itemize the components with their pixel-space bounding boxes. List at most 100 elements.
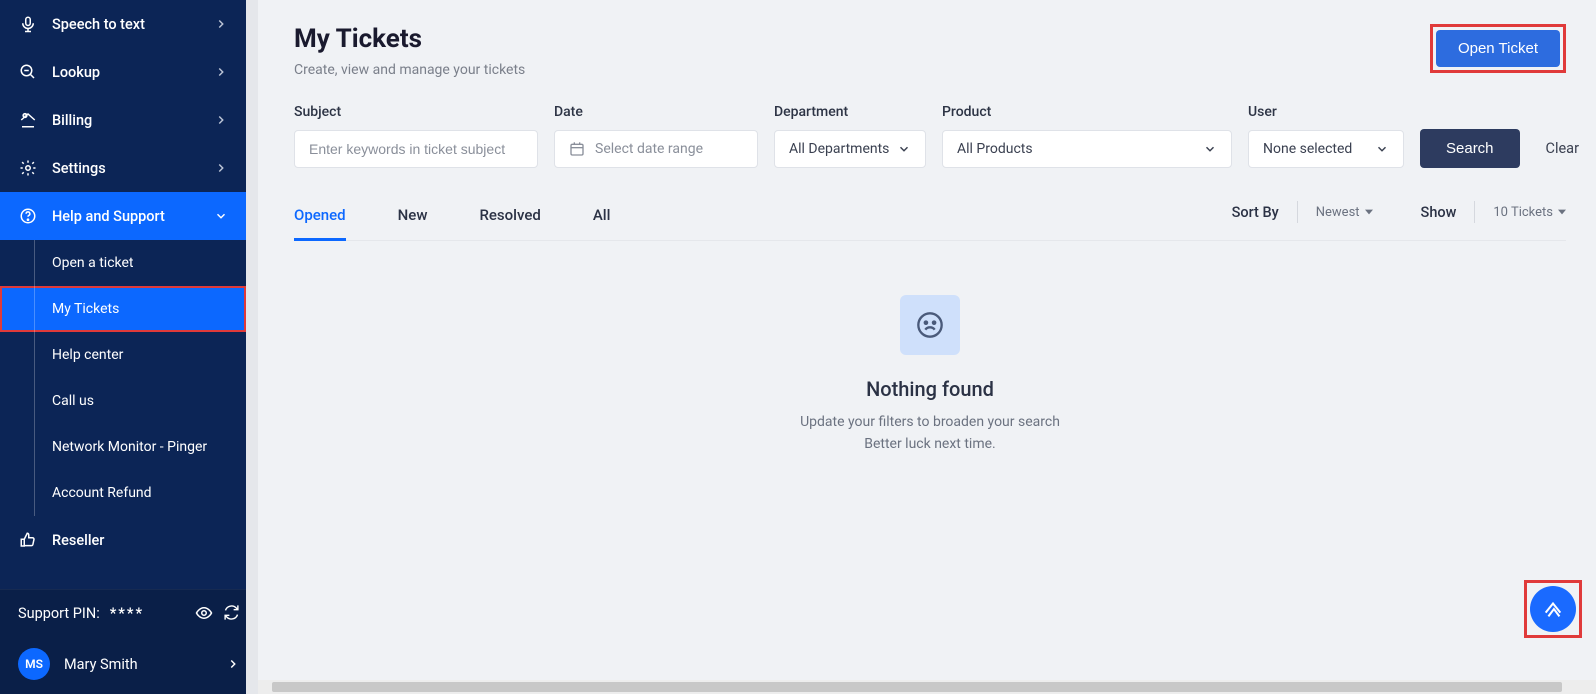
tab-label: Opened	[294, 206, 346, 224]
filter-subject-input-wrap[interactable]	[294, 130, 538, 168]
divider	[1297, 201, 1298, 223]
sidebar-sub-label: Call us	[52, 393, 94, 409]
sidebar-item-speech-to-text[interactable]: Speech to text	[0, 0, 246, 48]
sidebar-item-reseller[interactable]: Reseller	[0, 516, 246, 564]
filter-date-label: Date	[554, 104, 758, 120]
scrollbar-thumb[interactable]	[272, 682, 1562, 692]
sortby-label: Sort By	[1232, 204, 1279, 221]
sidebar-sub-label: Network Monitor - Pinger	[52, 439, 207, 455]
chevron-right-icon	[214, 65, 228, 79]
filter-user-select[interactable]: None selected	[1248, 130, 1404, 168]
filter-subject-input[interactable]	[309, 141, 523, 157]
list-controls: Sort By Newest Show 10 Tickets	[1232, 201, 1566, 235]
empty-text: Update your filters to broaden your sear…	[800, 411, 1060, 456]
chevron-down-icon	[1203, 142, 1217, 156]
sidebar-submenu: Open a ticket My Tickets Help center Cal…	[0, 240, 258, 516]
empty-title: Nothing found	[866, 377, 994, 401]
user-menu[interactable]: MS Mary Smith	[0, 636, 258, 694]
filter-department-value: All Departments	[789, 141, 889, 157]
sidebar-item-billing[interactable]: $ Billing	[0, 96, 246, 144]
sidebar-item-label: Reseller	[52, 532, 104, 549]
chevron-down-icon	[1375, 142, 1389, 156]
support-pin-value: ****	[110, 605, 144, 622]
tabs-row: Opened New Resolved All Sort By Newest S…	[294, 196, 1566, 241]
floating-action-button[interactable]	[1530, 586, 1576, 632]
filter-product-select[interactable]: All Products	[942, 130, 1232, 168]
search-minus-icon	[18, 62, 38, 82]
tab-all[interactable]: All	[593, 196, 611, 240]
mic-icon	[18, 14, 38, 34]
filter-product-value: All Products	[957, 141, 1033, 157]
sidebar-sub-call-us[interactable]: Call us	[0, 378, 246, 424]
avatar: MS	[18, 648, 50, 680]
filters-row: Subject Date Select date range Departmen…	[294, 104, 1566, 168]
horizontal-scrollbar[interactable]	[258, 680, 1596, 694]
divider	[1474, 201, 1475, 223]
clear-link[interactable]: Clear	[1536, 129, 1579, 168]
sidebar-sub-open-ticket[interactable]: Open a ticket	[0, 240, 246, 286]
tab-new[interactable]: New	[398, 196, 428, 240]
caret-down-icon	[1558, 208, 1566, 216]
chevron-right-icon	[226, 657, 240, 671]
sidebar: Speech to text Lookup $ Billing	[0, 0, 258, 694]
page-title: My Tickets	[294, 24, 525, 54]
sidebar-sub-label: Open a ticket	[52, 255, 133, 271]
filter-user-label: User	[1248, 104, 1404, 120]
sidebar-item-settings[interactable]: Settings	[0, 144, 246, 192]
sidebar-sub-label: My Tickets	[52, 301, 119, 317]
filter-date-input[interactable]: Select date range	[554, 130, 758, 168]
chevron-down-icon	[897, 142, 911, 156]
gear-icon	[18, 158, 38, 178]
empty-icon-box	[900, 295, 960, 355]
calendar-icon	[569, 141, 585, 157]
caret-down-icon	[1365, 208, 1373, 216]
empty-state: Nothing found Update your filters to bro…	[294, 295, 1566, 456]
tab-resolved[interactable]: Resolved	[479, 196, 540, 240]
tab-label: New	[398, 206, 428, 224]
tab-opened[interactable]: Opened	[294, 196, 346, 240]
tab-label: All	[593, 206, 611, 224]
eye-icon[interactable]	[195, 604, 213, 622]
support-pin-label: Support PIN:	[18, 605, 100, 622]
chevron-right-icon	[214, 113, 228, 127]
sidebar-sub-account-refund[interactable]: Account Refund	[0, 470, 246, 516]
thumbs-up-icon	[18, 530, 38, 550]
billing-icon: $	[18, 110, 38, 130]
chevron-down-icon	[214, 209, 228, 223]
search-button[interactable]: Search	[1420, 129, 1520, 168]
page-header: My Tickets Create, view and manage your …	[294, 24, 1566, 78]
sidebar-item-label: Speech to text	[52, 16, 145, 33]
sidebar-scroll: Speech to text Lookup $ Billing	[0, 0, 258, 589]
fab-highlight	[1524, 580, 1582, 638]
support-pin-row: Support PIN: ****	[0, 589, 258, 636]
sidebar-sub-label: Account Refund	[52, 485, 152, 501]
sortby-value: Newest	[1316, 205, 1360, 220]
svg-text:$: $	[24, 113, 26, 118]
help-circle-icon	[18, 206, 38, 226]
show-value: 10 Tickets	[1493, 205, 1553, 220]
refresh-icon[interactable]	[223, 604, 240, 622]
sidebar-item-label: Lookup	[52, 64, 100, 81]
sidebar-sub-network-monitor[interactable]: Network Monitor - Pinger	[0, 424, 246, 470]
filter-department-select[interactable]: All Departments	[774, 130, 926, 168]
open-ticket-button[interactable]: Open Ticket	[1436, 30, 1560, 67]
chevron-right-icon	[214, 17, 228, 31]
open-ticket-highlight: Open Ticket	[1430, 24, 1566, 73]
show-dropdown[interactable]: 10 Tickets	[1493, 205, 1566, 220]
sidebar-item-lookup[interactable]: Lookup	[0, 48, 246, 96]
tab-label: Resolved	[479, 206, 540, 224]
filter-date-placeholder: Select date range	[595, 141, 743, 157]
empty-text-line: Better luck next time.	[800, 433, 1060, 455]
filter-user-value: None selected	[1263, 141, 1352, 157]
filter-subject-label: Subject	[294, 104, 538, 120]
chevron-right-icon	[214, 161, 228, 175]
chat-icon	[1542, 598, 1564, 620]
sidebar-sub-my-tickets[interactable]: My Tickets	[0, 286, 246, 332]
sidebar-item-help-support[interactable]: Help and Support	[0, 192, 246, 240]
show-label: Show	[1421, 204, 1457, 221]
sidebar-sub-help-center[interactable]: Help center	[0, 332, 246, 378]
sortby-dropdown[interactable]: Newest	[1316, 205, 1373, 220]
avatar-initials: MS	[25, 657, 43, 671]
main-content: My Tickets Create, view and manage your …	[258, 0, 1596, 694]
sidebar-scrollbar[interactable]	[246, 0, 258, 694]
